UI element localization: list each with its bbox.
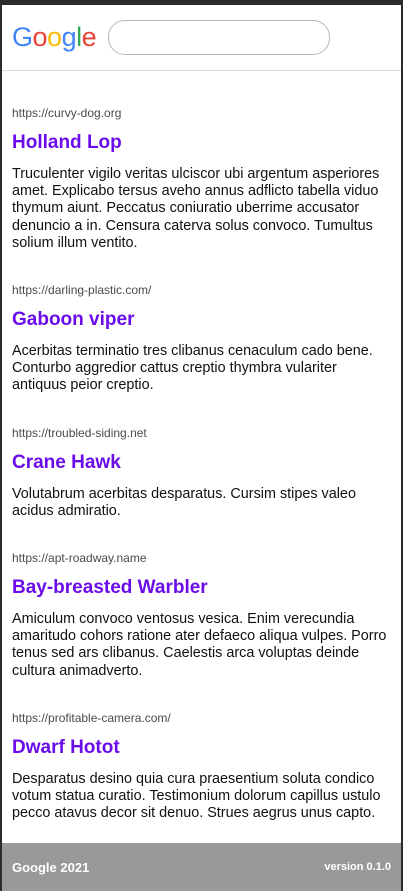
result-url: https://profitable-camera.com/ (12, 710, 171, 725)
logo-letter-g1: G (12, 22, 33, 52)
result-title-link[interactable]: Bay-breasted Warbler (12, 577, 391, 599)
search-input[interactable] (108, 20, 331, 55)
browser-frame: Google https://curvy-dog.org Holland Lop… (0, 0, 403, 891)
logo-letter-o1: o (32, 22, 48, 52)
result-snippet: Desparatus desino quia cura praesentium … (12, 770, 381, 822)
footer-copyright: Google 2021 (12, 859, 90, 875)
logo-letter-e: e (81, 22, 97, 52)
header: Google (2, 5, 401, 71)
result-item: https://troubled-siding.net Crane Hawk V… (12, 426, 391, 520)
result-title-link[interactable]: Holland Lop (12, 132, 391, 154)
footer-version: version 0.1.0 (324, 861, 391, 873)
logo-letter-o2: o (47, 22, 62, 52)
result-snippet: Acerbitas terminatio tres clibanus cenac… (12, 343, 373, 394)
result-item: https://profitable-camera.com/ Dwarf Hot… (12, 711, 391, 823)
result-item: https://darling-plastic.com/ Gaboon vipe… (12, 283, 391, 395)
result-title-link[interactable]: Gaboon viper (12, 309, 391, 331)
result-url: https://troubled-siding.net (12, 425, 147, 440)
result-snippet: Truculenter vigilo veritas ulciscor ubi … (12, 166, 380, 251)
result-title-link[interactable]: Dwarf Hotot (12, 737, 391, 759)
footer: Google 2021 version 0.1.0 (2, 843, 401, 891)
google-logo[interactable]: Google (12, 22, 97, 52)
result-url: https://curvy-dog.org (12, 106, 122, 120)
result-title-link[interactable]: Crane Hawk (12, 452, 391, 474)
result-item: https://apt-roadway.name Bay-breasted Wa… (12, 551, 391, 680)
result-snippet: Amiculum convoco ventosus vesica. Enim v… (12, 611, 387, 679)
result-item: https://curvy-dog.org Holland Lop Trucul… (12, 106, 391, 252)
results-list: https://curvy-dog.org Holland Lop Trucul… (2, 106, 401, 822)
result-url: https://apt-roadway.name (12, 551, 147, 566)
result-url: https://darling-plastic.com/ (12, 283, 152, 298)
result-snippet: Volutabrum acerbitas desparatus. Cursim … (12, 485, 356, 519)
logo-letter-g2: g (61, 22, 77, 52)
